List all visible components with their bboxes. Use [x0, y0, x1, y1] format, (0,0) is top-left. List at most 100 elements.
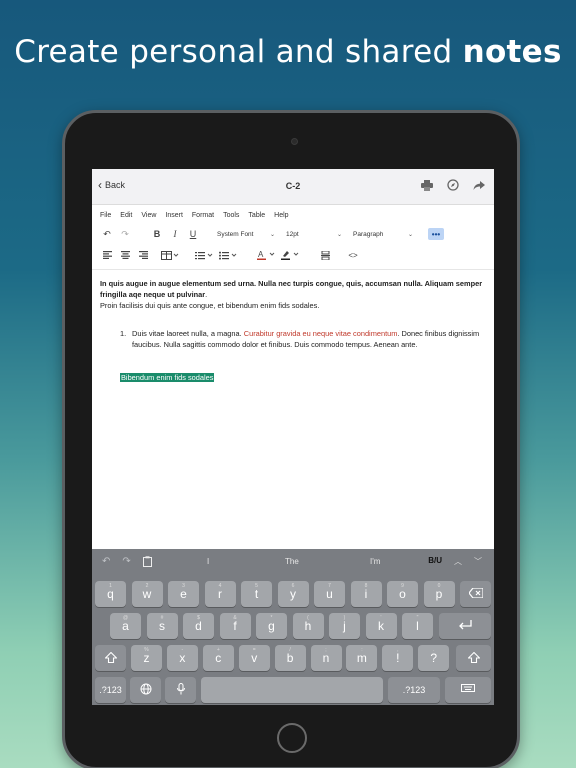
key-e[interactable]: 3e [168, 581, 199, 607]
key-l[interactable]: " l [402, 613, 433, 639]
menu-tools[interactable]: Tools [223, 212, 239, 219]
menu-help[interactable]: Help [274, 212, 288, 219]
undo-icon[interactable]: ↶ [102, 556, 110, 570]
key-c[interactable]: + c [202, 645, 234, 671]
table-icon[interactable] [160, 248, 180, 262]
more-options-button[interactable]: ••• [428, 228, 444, 240]
key-sub-label: @ [122, 615, 129, 621]
key-s[interactable]: # s [146, 613, 178, 639]
key-label: w [142, 587, 152, 601]
numbered-list-icon[interactable] [194, 248, 214, 262]
key-j[interactable]: ) j [329, 613, 360, 639]
return-key[interactable] [439, 613, 491, 639]
menu-view[interactable]: View [141, 212, 156, 219]
key-y[interactable]: 6y [277, 581, 309, 607]
shift-key-left[interactable] [95, 645, 126, 671]
key-g[interactable]: * g [256, 613, 287, 639]
key-f[interactable]: & f [219, 613, 251, 639]
page-break-icon[interactable] [318, 248, 332, 262]
suggestion-bar: ↶ ↷ I The I'm B/U ︿ ﹀ [92, 549, 494, 575]
numbers-key-right[interactable]: .?123 [388, 677, 440, 703]
globe-key[interactable] [130, 677, 161, 703]
shift-key-right[interactable] [456, 645, 491, 671]
key-u[interactable]: 7u [314, 581, 345, 607]
screen: ‹ Back C-2 File Edit View Insert Format T… [92, 169, 494, 705]
underline-icon[interactable]: U [186, 227, 200, 241]
font-size-select[interactable]: 12pt ⌄ [283, 227, 345, 241]
suggestion-1[interactable]: I [207, 557, 209, 566]
share-icon[interactable] [472, 178, 486, 192]
key-sub-label: - [181, 647, 184, 653]
key-v[interactable]: = v [238, 645, 270, 671]
key-h[interactable]: (h [292, 613, 324, 639]
block-format-value: Paragraph [353, 230, 384, 238]
suggestion-3[interactable]: I'm [370, 557, 380, 566]
key-i[interactable]: 8i [350, 581, 382, 607]
key-label: k [378, 619, 384, 633]
key-sub-label: 5 [255, 583, 258, 589]
suggestion-2[interactable]: The [285, 557, 299, 566]
key-k[interactable]: ' k [365, 613, 397, 639]
menu-file[interactable]: File [100, 212, 111, 219]
key-sub-label: ; [325, 647, 327, 653]
chevron-up-icon[interactable]: ︿ [454, 556, 462, 567]
text-color-icon[interactable]: A [256, 248, 276, 262]
key-m[interactable]: :m [346, 645, 378, 671]
key-question[interactable]: .? [418, 645, 450, 671]
key-label [103, 651, 118, 665]
key-z[interactable]: % z [131, 645, 162, 671]
menu-format[interactable]: Format [192, 212, 214, 219]
align-right-icon[interactable] [136, 248, 150, 262]
italic-icon[interactable]: I [168, 227, 182, 241]
key-label: i [364, 587, 368, 601]
align-center-icon[interactable] [118, 248, 132, 262]
space-key[interactable] [201, 677, 383, 703]
key-label: c [215, 651, 222, 665]
chevron-down-icon[interactable]: ﹀ [474, 556, 482, 567]
redo-icon[interactable]: ↷ [118, 227, 132, 241]
key-q[interactable]: 1q [95, 581, 126, 607]
menu-insert[interactable]: Insert [165, 212, 183, 219]
red-text: Curabitur gravida eu neque vitae condime… [243, 329, 398, 338]
key-label [458, 620, 472, 632]
font-family-select[interactable]: System Font ⌄ [214, 227, 278, 241]
microphone-key[interactable] [165, 677, 196, 703]
align-left-icon[interactable] [100, 248, 114, 262]
key-a[interactable]: @ a [110, 613, 141, 639]
chevron-down-icon: ⌄ [336, 231, 342, 238]
source-code-icon[interactable]: <> [346, 248, 360, 262]
print-icon[interactable] [420, 178, 434, 192]
highlight-color-icon[interactable] [280, 248, 300, 262]
key-n[interactable]: ; n [310, 645, 342, 671]
backspace-key[interactable] [460, 581, 491, 607]
numbers-key-left[interactable]: .?123 [95, 677, 126, 703]
key-o[interactable]: 9o [387, 581, 418, 607]
key-d[interactable]: $ d [183, 613, 214, 639]
key-w[interactable]: 2w [131, 581, 163, 607]
key-label: r [218, 587, 222, 601]
menu-edit[interactable]: Edit [120, 212, 132, 219]
highlighted-text[interactable]: Bibendum enim fids sodales [120, 373, 215, 382]
menu-table[interactable]: Table [248, 212, 265, 219]
key-label: a [122, 619, 129, 633]
key-p[interactable]: 0p [423, 581, 455, 607]
key-sub-label: $ [197, 615, 200, 621]
bold-icon[interactable]: B [150, 227, 164, 241]
editor-area[interactable]: In quis augue in augue elementum sed urn… [92, 269, 494, 549]
redo-icon[interactable]: ↷ [122, 556, 130, 570]
hide-keyboard-key[interactable] [445, 677, 491, 703]
format-biu-button[interactable]: B/U [428, 556, 442, 567]
home-button[interactable] [277, 723, 307, 753]
key-r[interactable]: 4r [204, 581, 236, 607]
key-x[interactable]: -x [166, 645, 198, 671]
key-exclaim[interactable]: ,! [382, 645, 414, 671]
compass-icon[interactable] [446, 178, 460, 192]
ipad-frame: ‹ Back C-2 File Edit View Insert Format T… [62, 110, 520, 768]
block-format-select[interactable]: Paragraph ⌄ [350, 227, 416, 241]
paste-icon[interactable] [142, 556, 152, 570]
key-t[interactable]: 5t [241, 581, 272, 607]
undo-icon[interactable]: ↶ [100, 227, 114, 241]
bullet-list-icon[interactable] [218, 248, 238, 262]
key-sub-label: 6 [291, 583, 295, 589]
key-b[interactable]: / b [274, 645, 306, 671]
